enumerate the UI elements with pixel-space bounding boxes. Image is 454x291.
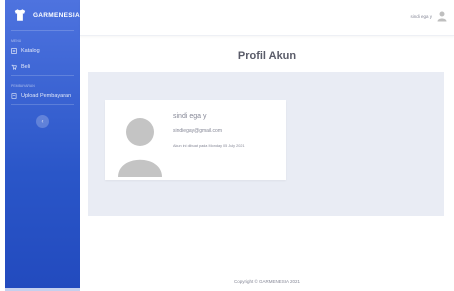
cart-icon: [11, 64, 17, 70]
tshirt-icon: [14, 9, 26, 21]
sidebar-divider: [11, 104, 74, 105]
upload-icon: [11, 93, 17, 99]
sidebar-toggle-button[interactable]: ‹: [36, 115, 49, 128]
sidebar-divider: [11, 30, 74, 31]
sidebar-item-label: Katalog: [21, 48, 40, 54]
chevron-left-icon: ‹: [41, 118, 44, 125]
sidebar: GARMENESIA Menu Katalog Beli Pembayaran …: [5, 0, 80, 291]
profile-name: sindi ega y: [173, 113, 207, 120]
topbar: sindi ega y: [80, 0, 454, 36]
sidebar-item-beli[interactable]: Beli: [5, 59, 80, 75]
page-title: Profil Akun: [237, 50, 297, 62]
user-name: sindi ega y: [410, 13, 432, 19]
profile-created-date: Akun ini dibuat pada Monday 05 July 2021: [173, 144, 245, 148]
sidebar-item-label: Upload Pembayaran: [21, 93, 72, 99]
profile-email: sindiegay@gmail.com: [173, 128, 222, 134]
sidebar-item-label: Beli: [21, 64, 31, 70]
sidebar-item-katalog[interactable]: Katalog: [5, 43, 80, 59]
user-menu[interactable]: sindi ega y: [410, 10, 448, 22]
footer-copyright: Copyright © GARMENESIA 2021: [233, 279, 301, 284]
brand[interactable]: GARMENESIA: [5, 0, 80, 30]
footer: Copyright © GARMENESIA 2021: [80, 258, 454, 291]
profile-card: sindi ega y sindiegay@gmail.com Akun ini…: [105, 100, 286, 180]
brand-name: GARMENESIA: [32, 11, 80, 19]
avatar-icon: [437, 11, 447, 22]
sidebar-divider: [11, 75, 74, 76]
catalog-icon: [11, 48, 17, 54]
avatar: [118, 118, 162, 177]
sidebar-item-upload-pembayaran[interactable]: Upload Pembayaran: [5, 88, 80, 104]
